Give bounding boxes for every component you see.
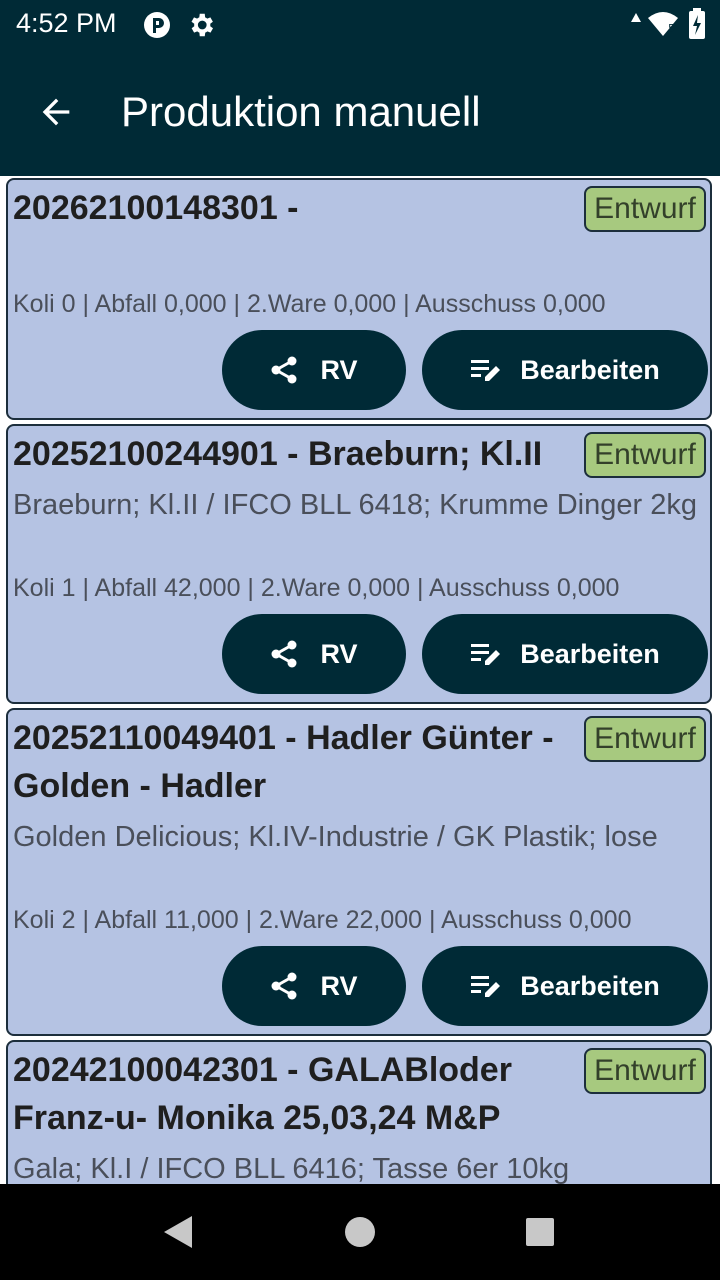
- edit-button[interactable]: Bearbeiten: [422, 614, 708, 694]
- status-time: 4:52 PM: [16, 8, 117, 38]
- edit-note-icon: [471, 360, 501, 381]
- production-card[interactable]: 20252100244901 - Braeburn; Kl.II Entwurf…: [6, 424, 712, 704]
- status-badge: Entwurf: [584, 432, 706, 478]
- settings-gear-icon: [191, 13, 213, 37]
- rv-button[interactable]: RV: [222, 946, 406, 1026]
- share-nodes-icon: [271, 640, 297, 668]
- card-description: Golden Delicious; Kl.IV-Industrie / GK P…: [13, 821, 658, 853]
- wifi-icon: 5: [648, 12, 678, 36]
- edit-button-label: Bearbeiten: [520, 970, 660, 1001]
- status-badge: Entwurf: [584, 1048, 706, 1094]
- edit-note-icon: [471, 644, 501, 665]
- back-arrow-icon[interactable]: [36, 92, 76, 132]
- app-bar: Produktion manuell: [0, 48, 720, 176]
- card-title: 20252110049401 - Hadler Günter - Golden …: [13, 719, 554, 805]
- edit-button-label: Bearbeiten: [520, 638, 660, 669]
- edit-note-icon: [471, 976, 501, 997]
- edit-button[interactable]: Bearbeiten: [422, 946, 708, 1026]
- system-navigation-bar: [0, 1184, 720, 1280]
- rv-button[interactable]: RV: [222, 614, 406, 694]
- app-notification-icon: [144, 12, 170, 38]
- card-stats: Koli 0 | Abfall 0,000 | 2.Ware 0,000 | A…: [13, 290, 606, 318]
- battery-charging-icon: [689, 8, 705, 39]
- status-badge: Entwurf: [584, 186, 706, 232]
- production-card[interactable]: 20252110049401 - Hadler Günter - Golden …: [6, 708, 712, 1036]
- edit-button[interactable]: Bearbeiten: [422, 330, 708, 410]
- rv-button[interactable]: RV: [222, 330, 406, 410]
- production-card[interactable]: 20242100042301 - GALABloder Franz-u- Mon…: [6, 1040, 712, 1184]
- rv-button-label: RV: [320, 638, 358, 669]
- card-stats: Koli 1 | Abfall 42,000 | 2.Ware 0,000 | …: [13, 574, 620, 602]
- data-up-arrow-icon: [631, 13, 641, 22]
- status-bar: 4:52 PM 5: [0, 0, 720, 48]
- card-title: 20242100042301 - GALABloder Franz-u- Mon…: [13, 1051, 512, 1137]
- svg-text:5: 5: [668, 22, 675, 35]
- production-card[interactable]: 20262100148301 - Entwurf Koli 0 | Abfall…: [6, 178, 712, 420]
- edit-button-label: Bearbeiten: [520, 354, 660, 385]
- nav-recents-icon[interactable]: [524, 1216, 556, 1248]
- rv-button-label: RV: [320, 970, 358, 1001]
- nav-back-icon[interactable]: [162, 1214, 194, 1250]
- card-stats: Koli 2 | Abfall 11,000 | 2.Ware 22,000 |…: [13, 906, 632, 934]
- card-title: 20262100148301 -: [13, 189, 299, 227]
- share-nodes-icon: [271, 972, 297, 1000]
- rv-button-label: RV: [320, 354, 358, 385]
- nav-home-icon[interactable]: [344, 1216, 376, 1248]
- card-description: Gala; Kl.I / IFCO BLL 6416; Tasse 6er 10…: [13, 1153, 570, 1184]
- card-title: 20252100244901 - Braeburn; Kl.II: [13, 435, 543, 473]
- card-description: Braeburn; Kl.II / IFCO BLL 6418; Krumme …: [13, 489, 697, 521]
- status-badge: Entwurf: [584, 716, 706, 762]
- production-list[interactable]: 20262100148301 - Entwurf Koli 0 | Abfall…: [0, 176, 720, 1184]
- share-nodes-icon: [271, 356, 297, 384]
- page-title: Produktion manuell: [121, 88, 481, 135]
